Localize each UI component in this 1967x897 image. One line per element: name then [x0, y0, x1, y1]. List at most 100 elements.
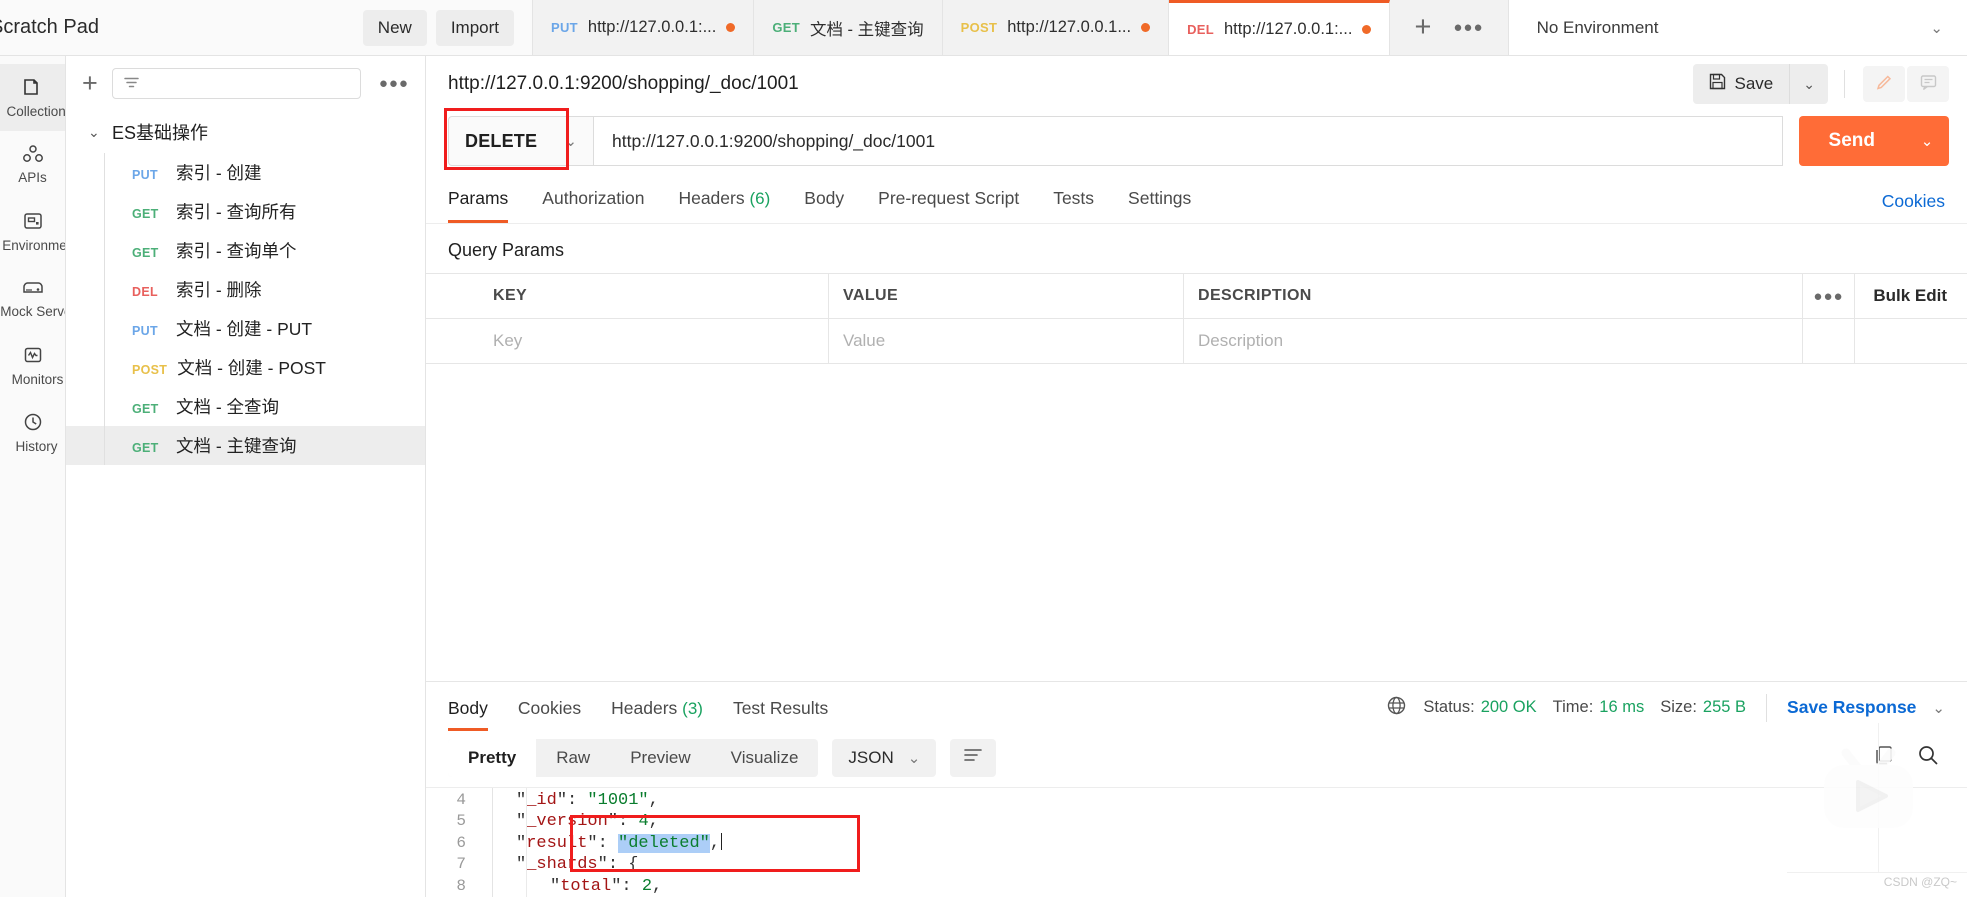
request-tab[interactable]: POST http://127.0.0.1... — [942, 0, 1170, 55]
request-tab-active[interactable]: DEL http://127.0.0.1:... — [1169, 0, 1391, 55]
table-row[interactable]: Key Value Description — [426, 319, 1967, 364]
response-tab-test-results[interactable]: Test Results — [733, 698, 828, 731]
code-line: 7 "_shards": { — [426, 854, 1967, 876]
view-mode-visualize[interactable]: Visualize — [711, 739, 819, 777]
wrap-lines-button[interactable] — [950, 738, 997, 777]
bulk-edit-button[interactable]: Bulk Edit — [1873, 286, 1947, 306]
copy-button[interactable] — [1873, 744, 1895, 771]
response-body-code[interactable]: 4 "_id": "1001", 5 "_version": 4, 6 "res… — [426, 786, 1967, 897]
chevron-down-icon[interactable]: ⌄ — [1932, 699, 1945, 717]
save-response-button[interactable]: Save Response — [1787, 697, 1916, 718]
new-tab-plus-icon[interactable]: + — [1414, 13, 1431, 42]
view-mode-preview[interactable]: Preview — [610, 739, 710, 777]
unsaved-dot-icon — [726, 23, 736, 32]
list-item[interactable]: PUT 文档 - 创建 - PUT — [66, 309, 425, 348]
collection-header[interactable]: ⌄ ES基础操作 — [66, 111, 425, 153]
json-colon: : — [621, 876, 642, 896]
comment-button[interactable] — [1907, 66, 1949, 102]
rail-item-mock-servers[interactable]: Mock Servers — [0, 265, 65, 332]
workspace-header: Scratch Pad New Import — [0, 0, 533, 56]
key-input[interactable]: Key — [493, 331, 522, 351]
request-header-actions: Save ⌄ — [1692, 64, 1949, 104]
sidebar-filter-input[interactable] — [111, 68, 361, 99]
response-meta: Status: 200 OK Time: 16 ms Size: 255 B S… — [1386, 693, 1945, 731]
environment-label: No Environment — [1536, 17, 1659, 37]
rail-item-monitors[interactable]: Monitors — [0, 332, 65, 399]
view-mode-pretty[interactable]: Pretty — [448, 738, 537, 777]
cookies-link[interactable]: Cookies — [1882, 191, 1945, 223]
environments-icon — [22, 210, 44, 232]
sidebar-more-options-icon[interactable]: ●●● — [375, 75, 413, 92]
tab-tests[interactable]: Tests — [1053, 188, 1094, 223]
request-list: PUT 索引 - 创建 GET 索引 - 查询所有 GET 索引 - 查询单个 … — [66, 153, 425, 465]
query-params-table: KEY VALUE DESCRIPTION ●●● Bulk Edit Key … — [426, 273, 1967, 364]
new-collection-plus-icon[interactable]: + — [82, 70, 98, 97]
monitors-icon — [22, 344, 44, 366]
divider — [1844, 70, 1845, 98]
edit-pencil-button[interactable] — [1863, 66, 1905, 102]
tab-params[interactable]: Params — [448, 188, 509, 223]
item-name: 索引 - 创建 — [176, 163, 262, 183]
import-button[interactable]: Import — [435, 9, 514, 46]
response-tab-cookies[interactable]: Cookies — [518, 698, 581, 731]
tab-strip-actions: + ●●● — [1390, 0, 1509, 55]
json-value: { — [628, 855, 639, 874]
main-body: Collections APIs Environments Mock Serve… — [0, 56, 1967, 897]
query-params-label: Query Params — [448, 240, 565, 260]
send-dropdown-button[interactable]: ⌄ — [1905, 116, 1949, 166]
tab-label: Headers — [678, 188, 745, 208]
top-bar: Scratch Pad New Import PUT http://127.0.… — [0, 0, 1967, 56]
json-key: _version — [526, 812, 608, 831]
rail-label: History — [15, 439, 58, 454]
time-label: Time: — [1552, 698, 1594, 716]
tab-label: Body — [448, 697, 488, 718]
rail-item-apis[interactable]: APIs — [0, 131, 65, 198]
collection-name: ES基础操作 — [112, 123, 209, 143]
rail-item-history[interactable]: History — [0, 399, 65, 466]
table-options-icon[interactable]: ●●● — [1813, 288, 1843, 305]
chevron-down-icon: ⌄ — [564, 133, 577, 150]
json-trail: , — [709, 833, 721, 853]
save-button[interactable]: Save — [1692, 64, 1790, 104]
tab-settings[interactable]: Settings — [1128, 188, 1191, 223]
value-input[interactable]: Value — [843, 331, 885, 351]
rail-item-environments[interactable]: Environments — [0, 198, 65, 265]
list-item-selected[interactable]: GET 文档 - 主键查询 — [66, 426, 425, 465]
response-tab-headers[interactable]: Headers (3) — [611, 698, 703, 731]
json-key: _shards — [526, 855, 598, 874]
http-method-selector[interactable]: DELETE ⌄ — [448, 116, 593, 166]
request-tab[interactable]: PUT http://127.0.0.1:... — [533, 0, 755, 55]
send-button[interactable]: Send — [1798, 116, 1905, 166]
url-row: DELETE ⌄ Send ⌄ — [426, 108, 1967, 180]
list-item[interactable]: GET 索引 - 查询所有 — [66, 192, 425, 231]
watermark-divider-vertical — [1878, 723, 1879, 873]
tab-pre-request-script[interactable]: Pre-request Script — [878, 188, 1019, 223]
tab-more-options-icon[interactable]: ●●● — [1453, 19, 1483, 36]
tab-body[interactable]: Body — [804, 188, 844, 223]
description-input[interactable]: Description — [1198, 331, 1283, 351]
rail-item-collections[interactable]: Collections — [0, 64, 65, 131]
row-checkbox-cell[interactable] — [426, 319, 479, 363]
list-item[interactable]: GET 文档 - 全查询 — [66, 387, 425, 426]
save-dropdown-button[interactable]: ⌄ — [1789, 64, 1828, 104]
url-input[interactable] — [593, 116, 1783, 166]
tab-headers[interactable]: Headers (6) — [678, 188, 770, 223]
tab-title: http://127.0.0.1:... — [1224, 19, 1353, 38]
environment-selector[interactable]: No Environment ⌄ — [1508, 0, 1967, 55]
item-method: GET — [132, 246, 159, 260]
list-item[interactable]: PUT 索引 - 创建 — [66, 153, 425, 192]
new-button[interactable]: New — [362, 9, 427, 46]
view-mode-raw[interactable]: Raw — [536, 739, 610, 777]
list-item[interactable]: POST 文档 - 创建 - POST — [66, 348, 425, 387]
list-item[interactable]: GET 索引 - 查询单个 — [66, 231, 425, 270]
list-item[interactable]: DEL 索引 - 删除 — [66, 270, 425, 309]
response-format-selector[interactable]: JSON ⌄ — [832, 738, 937, 777]
response-tab-body[interactable]: Body — [448, 698, 488, 731]
table-header-row: KEY VALUE DESCRIPTION ●●● Bulk Edit — [426, 274, 1967, 319]
response-section-tabs: Body Cookies Headers (3) Test Results St… — [426, 682, 1967, 731]
tab-authorization[interactable]: Authorization — [542, 188, 644, 223]
format-label: JSON — [848, 747, 894, 767]
request-tab[interactable]: GET 文档 - 主键查询 — [754, 0, 943, 55]
item-method: DEL — [132, 285, 158, 299]
search-button[interactable] — [1917, 744, 1939, 771]
